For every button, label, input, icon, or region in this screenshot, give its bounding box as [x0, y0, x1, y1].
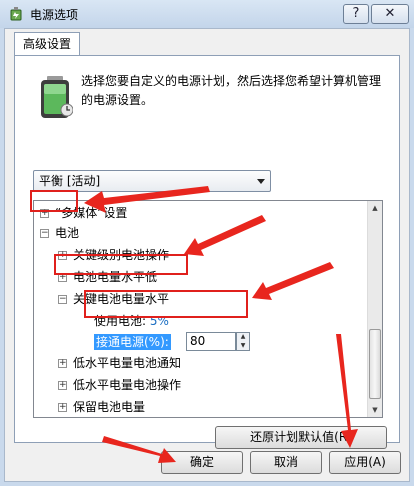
- title-bar: 电源选项 ? ✕: [0, 0, 414, 28]
- collapse-icon[interactable]: −: [58, 295, 67, 304]
- cancel-button[interactable]: 取消: [250, 451, 322, 474]
- tree-item-reserve-battery-level[interactable]: + 保留电池电量: [58, 397, 145, 417]
- plugged-in-setting: 接通电源(%): 80 ▲ ▼: [94, 332, 264, 352]
- power-options-icon: [10, 7, 22, 21]
- restore-defaults-button[interactable]: 还原计划默认值(R): [215, 426, 387, 449]
- collapse-icon[interactable]: −: [40, 229, 49, 238]
- spin-down-icon[interactable]: ▼: [237, 342, 249, 351]
- spin-up-icon[interactable]: ▲: [237, 333, 249, 342]
- tree-item-battery[interactable]: − 电池: [40, 223, 79, 243]
- spin-buttons[interactable]: ▲ ▼: [236, 332, 250, 351]
- plugged-in-label: 接通电源(%):: [94, 334, 171, 350]
- expand-icon[interactable]: +: [58, 359, 67, 368]
- tree-scrollbar[interactable]: ▲ ▼: [367, 201, 382, 417]
- chevron-down-icon: [257, 179, 265, 184]
- apply-button[interactable]: 应用(A): [329, 451, 401, 474]
- power-plan-value: 平衡 [活动]: [39, 174, 101, 188]
- power-plan-select[interactable]: 平衡 [活动]: [33, 170, 271, 192]
- annotation-box-plugged-in: [84, 290, 248, 318]
- annotation-box-critical-level: [54, 254, 188, 275]
- tab-advanced-settings[interactable]: 高级设置: [14, 32, 80, 56]
- battery-icon: [41, 76, 73, 118]
- tree-item-low-battery-notification[interactable]: + 低水平电量电池通知: [58, 353, 181, 373]
- scroll-up-icon[interactable]: ▲: [368, 201, 382, 215]
- expand-icon[interactable]: +: [58, 381, 67, 390]
- description-text: 选择您要自定义的电源计划，然后选择您希望计算机管理的电源设置。: [81, 74, 382, 107]
- settings-panel: 选择您要自定义的电源计划，然后选择您希望计算机管理的电源设置。 平衡 [活动] …: [14, 55, 400, 449]
- scrollbar-thumb[interactable]: [369, 329, 381, 399]
- expand-icon[interactable]: +: [58, 403, 67, 412]
- close-button[interactable]: ✕: [371, 4, 409, 24]
- scroll-down-icon[interactable]: ▼: [368, 403, 382, 417]
- annotation-box-battery: [30, 190, 78, 212]
- help-button[interactable]: ?: [343, 4, 369, 24]
- plugged-in-input[interactable]: 80: [186, 332, 236, 351]
- ok-button[interactable]: 确定: [161, 451, 243, 474]
- tree-item-low-battery-action[interactable]: + 低水平电量电池操作: [58, 375, 181, 395]
- window-title: 电源选项: [30, 8, 79, 22]
